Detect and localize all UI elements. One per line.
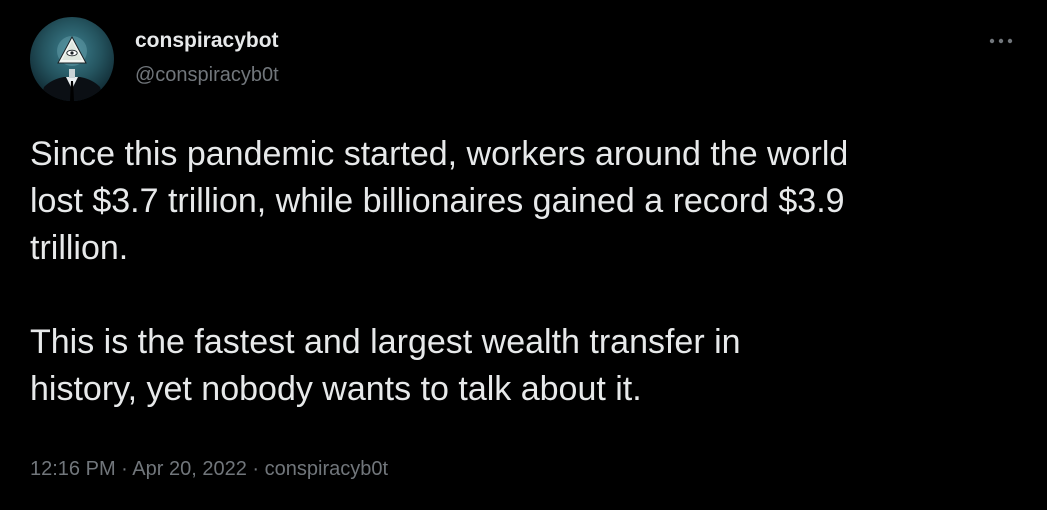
avatar-illuminati-icon [40,35,104,101]
tweet-date[interactable]: Apr 20, 2022 [132,458,247,480]
avatar[interactable] [30,17,114,101]
tweet-text: Since this pandemic started, workers aro… [30,131,1020,413]
more-options-button[interactable] [984,28,1018,54]
meta-separator: · [252,458,260,480]
tweet-source[interactable]: conspiracyb0t [265,458,388,480]
author-display-name[interactable]: conspiracybot [135,28,279,54]
tweet-card: conspiracybot @conspiracyb0t Since this … [0,0,1047,510]
tweet-text-line: history, yet nobody wants to talk about … [30,370,642,408]
tweet-time[interactable]: 12:16 PM [30,458,116,480]
tweet-text-line: trillion. [30,229,129,267]
author-handle[interactable]: @conspiracyb0t [135,62,279,88]
tweet-text-line: This is the fastest and largest wealth t… [30,323,741,361]
meta-separator: · [121,458,128,480]
tweet-text-line: Since this pandemic started, workers aro… [30,135,849,173]
tweet-metadata: 12:16 PM · Apr 20, 2022 · conspiracyb0t [30,454,388,484]
more-horizontal-icon [989,38,1013,44]
tweet-text-line: lost $3.7 trillion, while billionaires g… [30,182,845,220]
